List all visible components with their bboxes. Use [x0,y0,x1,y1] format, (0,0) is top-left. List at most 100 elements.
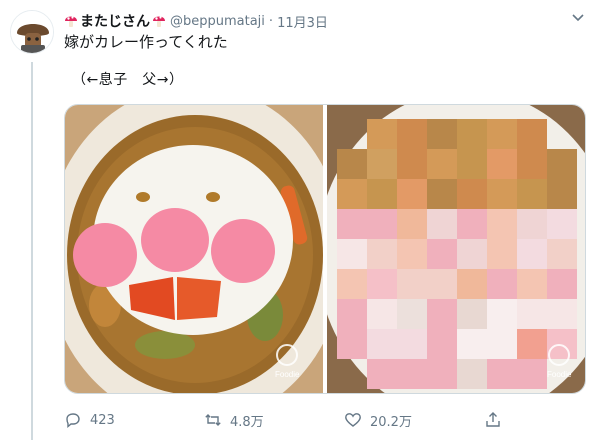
mosaic-tile [547,239,577,269]
display-name-text: またじさん [80,14,150,30]
mosaic-tile [517,179,547,209]
mosaic-tile [487,209,517,239]
photo-left[interactable]: Foodie [65,105,323,393]
mosaic-tile [427,329,457,359]
mosaic-tile [367,119,397,149]
mosaic-tile [487,239,517,269]
mosaic-tile [397,179,427,209]
mosaic-tile [367,359,397,389]
mosaic-tile [397,269,427,299]
like-button[interactable]: 20.2万 [344,411,484,430]
thread-line [31,62,33,440]
mosaic-tile [367,299,397,329]
mosaic-tile [517,359,547,389]
retweet-icon [205,414,221,426]
mosaic-tile [427,239,457,269]
mosaic-tile [487,329,517,359]
mosaic-tile [397,149,427,179]
mosaic-tile [427,149,457,179]
mosaic-tile [547,299,577,329]
mosaic-tile [367,329,397,359]
mosaic-tile [517,299,547,329]
mosaic-tile [337,179,367,209]
mosaic-tile [367,149,397,179]
mosaic-tile [517,209,547,239]
mosaic-tile [427,179,457,209]
action-bar: 423 4.8万 20.2万 [64,408,584,432]
mosaic-tile [487,149,517,179]
tweet-date[interactable]: 11月3日 [277,12,328,31]
mosaic-tile [397,329,427,359]
mosaic-tile [397,359,427,389]
mosaic-tile [337,329,367,359]
mosaic-tile [517,269,547,299]
tweet-header: またじさん @beppumataji · 11月3日 [64,10,590,32]
mosaic-tile [427,269,457,299]
mushroom-avatar-icon [11,11,53,53]
mosaic-tile [547,329,577,359]
mosaic-tile [487,119,517,149]
mosaic-tile [367,239,397,269]
mosaic-tile [427,299,457,329]
mosaic-tile [397,209,427,239]
mosaic-tile [457,269,487,299]
curry-face-image: Foodie [65,105,323,393]
retweet-button[interactable]: 4.8万 [204,411,344,430]
mosaic-tile [487,269,517,299]
mosaic-tile [517,119,547,149]
mosaic-tile [547,179,577,209]
mosaic-tile [337,239,367,269]
mosaic-tile [547,149,577,179]
user-handle[interactable]: @beppumataji [170,14,265,29]
mosaic-tile [427,359,457,389]
mosaic-tile [457,299,487,329]
mosaic-tile [367,209,397,239]
watermark-right: Foodie [547,370,572,379]
media-grid: Foodie Foodie [64,104,586,394]
tweet-subtext: （←息子 父→） [72,72,184,88]
mosaic-tile [487,179,517,209]
mosaic-tile [397,239,427,269]
mosaic-tile [457,359,487,389]
avatar[interactable] [10,10,54,54]
mosaic-tile [457,209,487,239]
mushroom-icon [65,16,77,27]
tweet-text: 嫁がカレー作ってくれた [64,33,228,51]
mosaic-tile [517,239,547,269]
mosaic-tile [337,149,367,179]
separator-dot: · [268,13,274,29]
mosaic-tile [397,119,427,149]
mosaic-tile [517,149,547,179]
watermark-left: Foodie [275,370,300,379]
mosaic-tile [397,299,427,329]
mosaic-tile [457,329,487,359]
reply-button[interactable]: 423 [64,411,204,429]
more-icon[interactable] [570,10,586,26]
mosaic-tile [427,119,457,149]
mosaic-tile [427,209,457,239]
mosaic-tile [367,179,397,209]
mosaic-tile [487,299,517,329]
share-icon [486,412,500,427]
mosaic-tile [337,209,367,239]
photo-right[interactable]: Foodie [327,105,585,393]
mosaic-tile [517,329,547,359]
mosaic-tile [457,149,487,179]
mosaic-tile [457,239,487,269]
mosaic-tile [337,269,367,299]
display-name[interactable]: またじさん [64,11,166,31]
mosaic-tile [547,209,577,239]
mushroom-icon [153,16,165,27]
reply-count: 423 [90,412,115,428]
like-count: 20.2万 [370,414,412,430]
like-icon [345,413,361,427]
mosaic-tile [367,269,397,299]
share-button[interactable] [484,411,502,429]
mosaic-tile [457,119,487,149]
retweet-count: 4.8万 [230,414,264,430]
pixelated-curry-image: Foodie [327,105,585,393]
reply-icon [66,413,80,428]
mosaic-tile [547,269,577,299]
mosaic-tile [487,359,517,389]
mosaic-tile [457,179,487,209]
